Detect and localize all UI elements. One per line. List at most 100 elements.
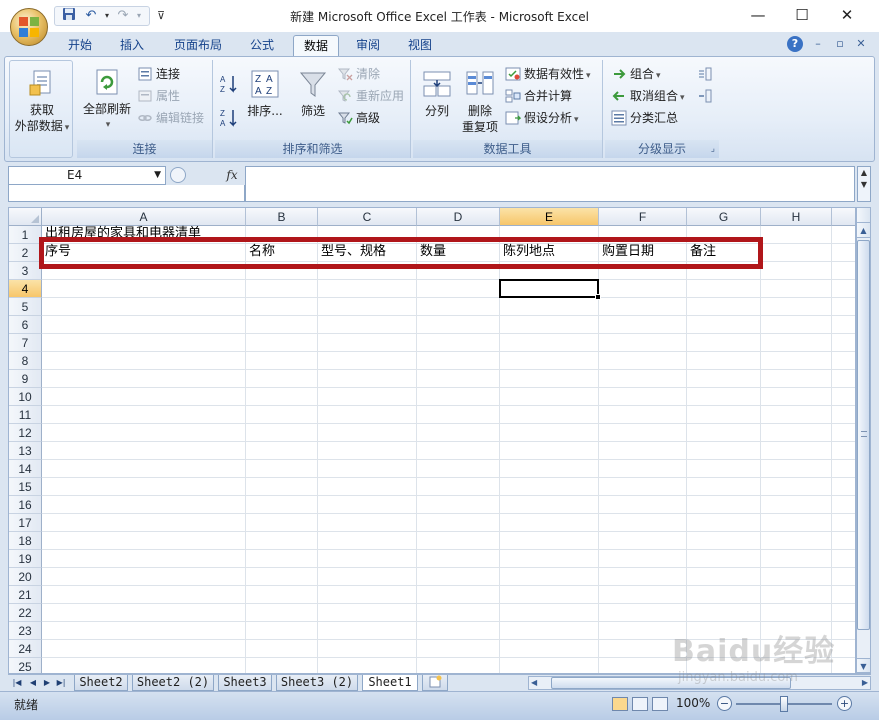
sheet-tab-sheet3[interactable]: Sheet3 xyxy=(218,675,272,691)
reapply-button[interactable]: 重新应用 xyxy=(337,86,404,106)
column-header-g[interactable]: G xyxy=(687,208,761,226)
page-break-view-button[interactable] xyxy=(652,697,668,711)
split-box-icon[interactable] xyxy=(857,208,870,223)
normal-view-button[interactable] xyxy=(612,697,628,711)
advanced-filter-button[interactable]: 高级 xyxy=(337,108,380,128)
row-header-16[interactable]: 16 xyxy=(9,496,42,514)
help-icon[interactable]: ? xyxy=(787,36,803,52)
name-box-dropdown-icon[interactable]: ▼ xyxy=(154,167,161,184)
vertical-scroll-thumb[interactable] xyxy=(857,240,870,630)
filter-button[interactable]: 筛选 xyxy=(291,68,335,119)
ribbon-minimize-icon[interactable]: – xyxy=(810,36,826,52)
row-header-17[interactable]: 17 xyxy=(9,514,42,532)
fill-handle[interactable] xyxy=(595,294,601,300)
row-header-23[interactable]: 23 xyxy=(9,622,42,640)
minimize-button[interactable]: — xyxy=(736,0,780,30)
page-layout-view-button[interactable] xyxy=(632,697,648,711)
column-header-h[interactable]: H xyxy=(761,208,832,226)
row-header-8[interactable]: 8 xyxy=(9,352,42,370)
row-header-18[interactable]: 18 xyxy=(9,532,42,550)
row-header-7[interactable]: 7 xyxy=(9,334,42,352)
dialog-launcher-icon[interactable]: ⌟ xyxy=(711,140,715,158)
row-header-4[interactable]: 4 xyxy=(9,280,42,298)
prev-sheet-icon[interactable]: ◀ xyxy=(26,676,40,690)
select-all-corner[interactable] xyxy=(9,208,42,226)
column-header-a[interactable]: A xyxy=(42,208,246,226)
hide-detail-button[interactable] xyxy=(697,86,716,106)
row-header-10[interactable]: 10 xyxy=(9,388,42,406)
column-header-c[interactable]: C xyxy=(318,208,417,226)
row-header-21[interactable]: 21 xyxy=(9,586,42,604)
sort-button[interactable]: ZAAZ 排序... xyxy=(243,68,287,119)
last-sheet-icon[interactable]: ▶| xyxy=(54,676,68,690)
tab-view[interactable]: 视图 xyxy=(398,35,442,56)
scroll-up-arrow-icon[interactable]: ▲ xyxy=(857,223,870,238)
horizontal-scroll-thumb[interactable] xyxy=(551,677,791,689)
row-header-24[interactable]: 24 xyxy=(9,640,42,658)
row-header-6[interactable]: 6 xyxy=(9,316,42,334)
get-external-data-button[interactable]: 获取 外部数据 ▾ xyxy=(12,67,72,136)
scroll-left-arrow-icon[interactable]: ◀ xyxy=(531,677,537,689)
sheet-tab-sheet1[interactable]: Sheet1 xyxy=(362,675,418,691)
row-header-3[interactable]: 3 xyxy=(9,262,42,280)
sort-ascending-button[interactable]: AZ xyxy=(219,74,242,94)
remove-duplicates-button[interactable]: 删除 重复项 xyxy=(459,68,501,135)
active-cell-e4[interactable] xyxy=(499,279,599,298)
text-to-columns-button[interactable]: 分列 xyxy=(417,68,457,119)
zoom-in-button[interactable]: + xyxy=(837,696,852,711)
row-header-13[interactable]: 13 xyxy=(9,442,42,460)
sheet-tab-sheet3-2[interactable]: Sheet3 (2) xyxy=(276,675,358,691)
row-header-11[interactable]: 11 xyxy=(9,406,42,424)
tab-data[interactable]: 数据 xyxy=(293,35,339,56)
properties-button[interactable]: 属性 xyxy=(137,86,180,106)
horizontal-scrollbar[interactable]: ◀ ▶ xyxy=(528,676,871,690)
column-header-e[interactable]: E xyxy=(500,208,599,226)
scroll-down-arrow-icon[interactable]: ▼ xyxy=(857,658,870,673)
maximize-button[interactable]: ☐ xyxy=(780,0,824,30)
formula-input[interactable] xyxy=(245,166,855,202)
column-header-blank[interactable] xyxy=(832,208,855,226)
worksheet-grid[interactable]: ABCDEFGH 1 2 3 4 5 6 7 8 9 10 11 12 13 14 15 16 17 18 19 20… xyxy=(8,207,856,674)
name-box[interactable]: E4 ▼ xyxy=(8,166,166,185)
insert-sheet-button[interactable] xyxy=(422,675,448,691)
formula-bar-expand-icon[interactable]: ▲ ▼ xyxy=(857,166,871,202)
close-button[interactable]: ✕ xyxy=(825,0,869,30)
scroll-right-arrow-icon[interactable]: ▶ xyxy=(862,677,868,689)
column-header-d[interactable]: D xyxy=(417,208,500,226)
edit-links-button[interactable]: 编辑链接 xyxy=(137,108,204,128)
ungroup-button[interactable]: 取消组合 ▾ xyxy=(611,86,685,106)
tab-formulas[interactable]: 公式 xyxy=(240,35,284,56)
ribbon-close-icon[interactable]: ✕ xyxy=(853,36,869,52)
zoom-slider-knob[interactable] xyxy=(780,696,788,712)
clear-filter-button[interactable]: 清除 xyxy=(337,64,380,84)
column-header-f[interactable]: F xyxy=(599,208,687,226)
refresh-all-button[interactable]: 全部刷新 ▾ xyxy=(81,66,133,133)
row-header-2[interactable]: 2 xyxy=(9,244,42,262)
column-header-b[interactable]: B xyxy=(246,208,318,226)
connections-button[interactable]: 连接 xyxy=(137,64,180,84)
insert-function-button[interactable]: fx xyxy=(222,166,242,185)
row-header-5[interactable]: 5 xyxy=(9,298,42,316)
tab-home[interactable]: 开始 xyxy=(58,35,102,56)
whatif-analysis-button[interactable]: 假设分析 ▾ xyxy=(505,108,579,128)
row-header-9[interactable]: 9 xyxy=(9,370,42,388)
row-header-22[interactable]: 22 xyxy=(9,604,42,622)
zoom-out-button[interactable]: − xyxy=(717,696,732,711)
data-validation-button[interactable]: 数据有效性 ▾ xyxy=(505,64,591,84)
next-sheet-icon[interactable]: ▶ xyxy=(40,676,54,690)
office-button[interactable] xyxy=(10,8,48,46)
tab-page-layout[interactable]: 页面布局 xyxy=(164,35,232,56)
row-header-14[interactable]: 14 xyxy=(9,460,42,478)
row-header-20[interactable]: 20 xyxy=(9,568,42,586)
sheet-tab-sheet2[interactable]: Sheet2 xyxy=(74,675,128,691)
row-header-12[interactable]: 12 xyxy=(9,424,42,442)
show-detail-button[interactable] xyxy=(697,64,716,84)
vertical-scrollbar[interactable]: ▲ ▼ xyxy=(856,207,871,674)
consolidate-button[interactable]: 合并计算 xyxy=(505,86,572,106)
sort-descending-button[interactable]: ZA xyxy=(219,108,242,128)
zoom-level[interactable]: 100% xyxy=(676,696,710,710)
tab-insert[interactable]: 插入 xyxy=(110,35,154,56)
tab-review[interactable]: 审阅 xyxy=(346,35,390,56)
row-header-15[interactable]: 15 xyxy=(9,478,42,496)
ribbon-restore-icon[interactable]: ▫ xyxy=(832,36,848,52)
